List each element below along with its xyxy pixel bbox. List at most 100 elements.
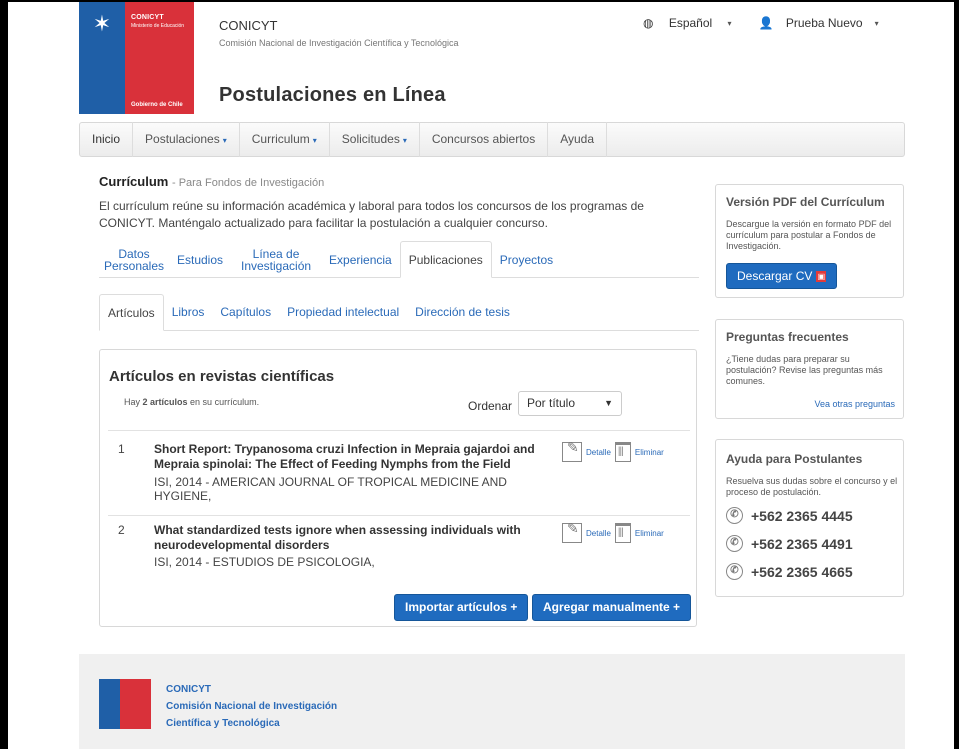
download-cv-button[interactable]: Descargar CV ▣ — [726, 263, 838, 289]
nav-label: Ayuda — [560, 132, 595, 146]
user-menu[interactable]: 👤 Prueba Nuevo ▾ — [759, 16, 891, 30]
article-title: Short Report: Trypanosoma cruzi Infectio… — [154, 442, 535, 471]
pdf-box-text: Descargue la versión en formato PDF del … — [726, 219, 892, 251]
main-navbar: Inicio Postulaciones ▾ Curriculum ▾ Solici… — [79, 122, 905, 157]
subtab-capitulos[interactable]: Capítulos — [212, 294, 279, 331]
app-title: Postulaciones en Línea — [219, 84, 446, 106]
add-manually-button[interactable]: Agregar manualmente + — [532, 594, 692, 621]
curriculum-tabs: Datos Personales Estudios Línea de Inves… — [99, 241, 699, 278]
faq-link[interactable]: Vea otras preguntas — [814, 399, 895, 409]
logo-ministry: Ministerio de Educación — [131, 23, 185, 29]
tab-publicaciones[interactable]: Publicaciones — [399, 241, 492, 278]
article-number: 2 — [118, 523, 125, 537]
phone-number[interactable]: ✆ +562 2365 4491 — [726, 535, 853, 552]
phone-label: +562 2365 4445 — [751, 507, 853, 524]
tab-proyectos[interactable]: Proyectos — [492, 241, 561, 278]
nav-label: Curriculum — [251, 132, 310, 146]
phone-number[interactable]: ✆ +562 2365 4445 — [726, 507, 853, 524]
footer-logo — [99, 679, 151, 729]
trash-icon[interactable] — [614, 523, 631, 543]
order-select[interactable]: Por título ▼ — [518, 391, 622, 416]
tab-label: Datos Personales — [103, 246, 165, 273]
subtab-label: Dirección de tesis — [415, 305, 510, 319]
brand-subtitle: Comisión Nacional de Investigación Cient… — [219, 38, 459, 48]
phone-number[interactable]: ✆ +562 2365 4665 — [726, 563, 853, 580]
globe-icon: ◍ — [643, 16, 654, 30]
language-selector[interactable]: ◍ Español ▾ — [643, 16, 744, 30]
nav-postulaciones[interactable]: Postulaciones ▾ — [133, 122, 240, 157]
top-links: ◍ Español ▾ 👤 Prueba Nuevo ▾ — [643, 16, 903, 30]
conicyt-logo[interactable]: ✶ CONICYT Ministerio de Educación Gobier… — [79, 2, 194, 114]
help-box: Ayuda para Postulantes Resuelva sus duda… — [715, 439, 904, 597]
footer-line: CONICYT — [166, 684, 211, 695]
count-suffix: en su currículum. — [187, 397, 260, 407]
delete-link[interactable]: Eliminar — [635, 529, 664, 538]
edit-icon[interactable] — [562, 520, 582, 543]
nav-inicio[interactable]: Inicio — [80, 122, 134, 157]
article-actions: Detalle Eliminar — [562, 439, 664, 462]
detail-link[interactable]: Detalle — [586, 529, 611, 538]
subtab-libros[interactable]: Libros — [164, 294, 213, 331]
footer-line: Comisión Nacional de Investigación — [166, 701, 338, 712]
article-meta: ISI, 2014 - ESTUDIOS DE PSICOLOGIA, — [154, 555, 375, 569]
footer-line: Científica y Tecnológica — [166, 718, 280, 729]
curriculum-heading: Currículum — [99, 174, 169, 189]
phone-icon: ✆ — [726, 563, 743, 580]
subtab-label: Propiedad intelectual — [287, 305, 400, 319]
footer: CONICYT Comisión Nacional de Investigaci… — [79, 654, 905, 749]
subtab-direccion-tesis[interactable]: Dirección de tesis — [407, 294, 518, 331]
article-count: Hay 2 artículos en su currículum. — [124, 397, 259, 407]
detail-link[interactable]: Detalle — [586, 448, 611, 457]
nav-solicitudes[interactable]: Solicitudes ▾ — [330, 122, 420, 157]
phone-label: +562 2365 4491 — [751, 535, 853, 552]
faq-text: ¿Tiene dudas para preparar su postulació… — [726, 354, 883, 386]
subtab-propiedad-intelectual[interactable]: Propiedad intelectual — [279, 294, 407, 331]
chevron-down-icon: ▾ — [222, 136, 227, 145]
curriculum-subheading: - Para Fondos de Investigación — [171, 177, 325, 189]
tab-label: Proyectos — [499, 252, 554, 267]
tab-estudios[interactable]: Estudios — [169, 241, 231, 278]
pdf-box-title: Versión PDF del Currículum — [726, 195, 885, 209]
chevron-down-icon: ▾ — [312, 136, 317, 145]
delete-link[interactable]: Eliminar — [635, 448, 664, 457]
language-label: Español — [668, 16, 713, 30]
brand-title: CONICYT — [219, 18, 278, 33]
window-frame-left — [0, 0, 8, 749]
chevron-down-icon: ▾ — [874, 19, 879, 29]
pdf-icon: ▣ — [816, 271, 827, 283]
nav-curriculum[interactable]: Curriculum ▾ — [240, 122, 330, 157]
tab-datos-personales[interactable]: Datos Personales — [99, 241, 169, 278]
phone-label: +562 2365 4665 — [751, 563, 853, 580]
import-articles-button[interactable]: Importar artículos + — [394, 594, 529, 621]
trash-icon[interactable] — [614, 442, 631, 462]
order-value: Por título — [527, 396, 576, 410]
curriculum-description: El currículum reúne su información acadé… — [99, 199, 644, 230]
nav-label: Solicitudes — [341, 132, 400, 146]
subtab-label: Libros — [171, 305, 205, 319]
article-title: What standardized tests ignore when asse… — [154, 523, 521, 552]
count-bold: 2 artículos — [142, 397, 188, 407]
count-prefix: Hay — [124, 397, 143, 407]
coat-of-arms-icon: ✶ — [92, 11, 112, 36]
nav-label: Inicio — [92, 132, 121, 146]
subtab-label: Capítulos — [220, 305, 272, 319]
help-text: Resuelva sus dudas sobre el concurso y e… — [726, 476, 898, 497]
subtab-label: Artículos — [108, 306, 155, 320]
footer-org: CONICYT Comisión Nacional de Investigaci… — [166, 681, 337, 732]
tab-experiencia[interactable]: Experiencia — [321, 241, 400, 278]
phone-icon: ✆ — [726, 535, 743, 552]
logo-org: CONICYT — [131, 14, 164, 21]
nav-concursos-abiertos[interactable]: Concursos abiertos — [420, 122, 549, 157]
articles-panel: Artículos en revistas científicas Hay 2 … — [99, 349, 697, 627]
edit-icon[interactable] — [562, 439, 582, 462]
download-cv-label: Descargar CV — [737, 269, 813, 283]
chevron-down-icon: ▾ — [727, 19, 732, 29]
subtab-articulos[interactable]: Artículos — [99, 294, 164, 331]
faq-title: Preguntas frecuentes — [726, 330, 849, 344]
faq-box: Preguntas frecuentes ¿Tiene dudas para p… — [715, 319, 904, 419]
article-actions: Detalle Eliminar — [562, 520, 664, 543]
panel-title: Artículos en revistas científicas — [109, 368, 335, 385]
tab-linea-investigacion[interactable]: Línea de Investigación — [231, 241, 321, 278]
nav-ayuda[interactable]: Ayuda — [548, 122, 608, 157]
logo-blue-band — [99, 679, 120, 729]
